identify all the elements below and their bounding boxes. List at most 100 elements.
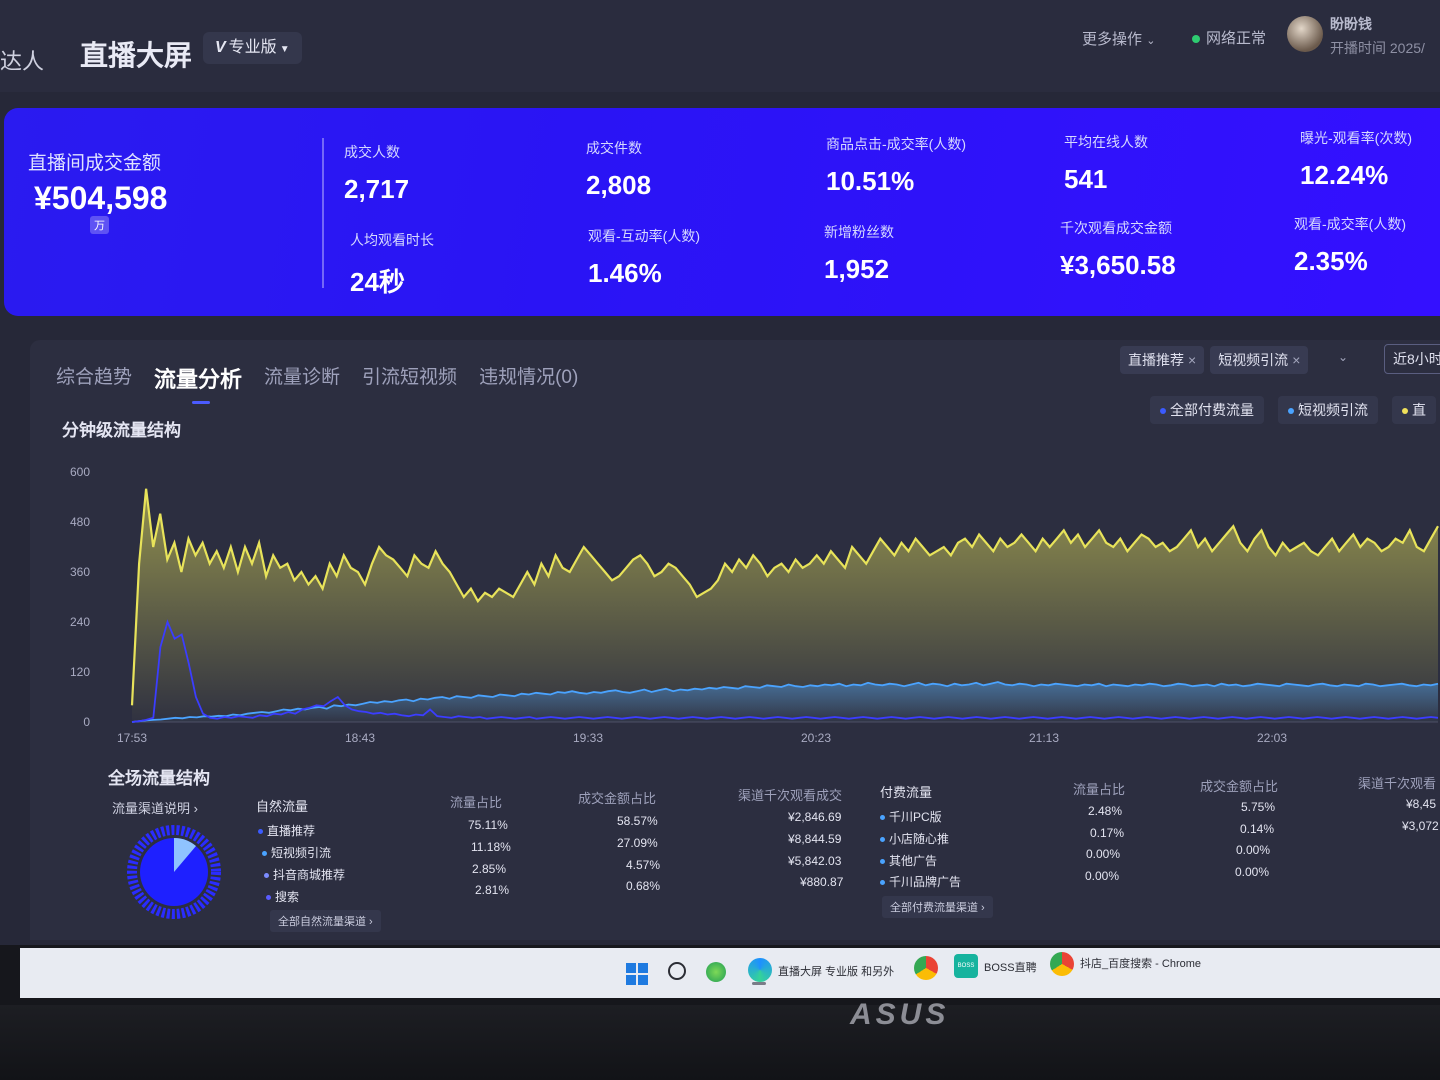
legend-label: 短视频引流 (1298, 402, 1368, 418)
tab-short-video[interactable]: 引流短视频 (362, 362, 457, 394)
bullet-icon (264, 873, 269, 879)
tab-violations[interactable]: 违规情况(0) (479, 362, 578, 394)
windows-taskbar (20, 948, 1440, 998)
y-tick-label: 360 (70, 565, 90, 579)
row-per-k: ¥8,844.59 (788, 832, 842, 846)
paid-header-share: 流量占比 (1073, 782, 1126, 797)
minute-section-title: 分钟级流量结构 (62, 421, 181, 440)
row-label: 千川PC版 (889, 810, 942, 824)
table-row-name[interactable]: 直播推荐 (258, 822, 315, 839)
all-natural-channels-link[interactable]: 全部自然流量渠道 › (270, 910, 381, 932)
table-row-name[interactable]: 抖音商城推荐 (264, 866, 345, 883)
table-row-name[interactable]: 短视频引流 (262, 844, 331, 861)
windows-start-icon[interactable] (626, 963, 648, 985)
taskbar-item-boss[interactable]: BOSS直聘 (984, 959, 1037, 975)
top-header: 达人 直播大屏 V 专业版 ▼ 更多操作 ⌄ 网络正常 盼盼钱 开播时间 2025/ (0, 0, 1440, 92)
edge-browser-icon[interactable] (748, 958, 772, 982)
boss-app-icon[interactable]: BOSS (954, 954, 978, 978)
taskbar-item-baidu[interactable]: 抖店_百度搜索 - Chrome (1080, 955, 1201, 971)
row-gmv-share: 0.14% (1240, 822, 1275, 836)
filter-chip-short-video[interactable]: 短视频引流 × (1210, 346, 1309, 374)
metric-view-conversion[interactable]: 观看-成交率(人数) 2.35% (1294, 214, 1406, 277)
chrome-icon[interactable] (914, 956, 938, 980)
time-range-select[interactable]: 近8小时 (1384, 344, 1440, 374)
legend-item-short-video[interactable]: 短视频引流 (1278, 396, 1378, 424)
metric-avg-online[interactable]: 平均在线人数 541 (1064, 132, 1148, 195)
taskbar-item-live-screen[interactable]: 直播大屏 专业版 和另外 (778, 963, 894, 979)
table-row-name[interactable]: 搜索 (266, 888, 299, 905)
table-row-name[interactable]: 其他广告 (880, 852, 937, 869)
row-label: 直播推荐 (267, 824, 316, 838)
chrome-icon[interactable] (1050, 952, 1074, 976)
metric-label: 新增粉丝数 (824, 224, 894, 240)
monitor-chin (0, 1005, 1440, 1080)
widget-icon[interactable] (706, 962, 726, 982)
legend-dot-icon (1402, 408, 1408, 415)
legend-item-live[interactable]: 直 (1392, 396, 1436, 424)
tab-traffic-analysis[interactable]: 流量分析 (154, 362, 242, 404)
edition-badge[interactable]: V 专业版 ▼ (203, 32, 302, 64)
metric-value: 10.51% (826, 166, 915, 196)
metric-interaction[interactable]: 观看-互动率(人数) 1.46% (588, 226, 700, 289)
close-icon[interactable]: × (1292, 352, 1300, 368)
metric-exposure-view[interactable]: 曝光-观看率(次数) 12.24% (1300, 128, 1412, 191)
legend-item-paid[interactable]: 全部付费流量 (1150, 396, 1264, 424)
row-share: 11.18% (471, 840, 511, 854)
paid-header-perk: 渠道千次观看 (1358, 776, 1437, 791)
metrics-panel: 直播间成交金额 ¥504,598 万 成交人数 2,717 成交件数 2,808 商… (4, 108, 1440, 316)
metric-label: 商品点击-成交率(人数) (826, 136, 966, 152)
channel-desc-label: 流量渠道说明 (112, 801, 191, 816)
metric-value: 2,717 (344, 174, 410, 204)
user-name: 盼盼钱 (1330, 16, 1372, 32)
all-paid-channels-link[interactable]: 全部付费流量渠道 › (882, 896, 993, 918)
bullet-icon (262, 851, 267, 857)
filter-chip-live-recommend[interactable]: 直播推荐 × (1120, 346, 1205, 374)
main-metric-value: ¥504,598 (34, 180, 168, 216)
table-row-name[interactable]: 千川PC版 (880, 808, 942, 825)
metric-gpm[interactable]: 千次观看成交金额 ¥3,650.58 (1060, 218, 1176, 281)
network-status: 网络正常 (1192, 27, 1266, 48)
analysis-tabs: 综合趋势 流量分析 流量诊断 引流短视频 违规情况(0) (56, 362, 578, 404)
row-per-k: ¥2,846.69 (788, 810, 842, 824)
table-row-name[interactable]: 千川品牌广告 (880, 873, 961, 890)
natural-traffic-title: 自然流量 (256, 799, 309, 814)
metric-click-conversion[interactable]: 商品点击-成交率(人数) 10.51% (826, 134, 966, 197)
minute-traffic-chart: 0 120 240 360 480 600 17:53 18:43 19:33 20:23 21:1… (70, 465, 1439, 745)
table-row-name[interactable]: 小店随心推 (880, 830, 949, 847)
y-tick-label: 0 (83, 715, 90, 729)
search-icon[interactable] (668, 962, 686, 980)
natural-header-share: 流量占比 (450, 795, 503, 810)
metric-items[interactable]: 成交件数 2,808 (586, 138, 651, 201)
tab-traffic-diagnosis[interactable]: 流量诊断 (264, 362, 340, 394)
channel-desc-link[interactable]: 流量渠道说明 › (112, 798, 198, 817)
row-share: 75.11% (468, 818, 508, 832)
metric-buyers[interactable]: 成交人数 2,717 (344, 142, 409, 205)
metrics-divider (322, 138, 324, 288)
row-share: 2.81% (475, 883, 510, 897)
paid-traffic-title: 付费流量 (880, 785, 933, 800)
metric-label: 千次观看成交金额 (1060, 220, 1172, 236)
metric-avg-watch[interactable]: 人均观看时长 24秒 (350, 230, 434, 299)
tab-trend[interactable]: 综合趋势 (56, 362, 132, 394)
row-share: 0.17% (1090, 826, 1125, 840)
row-label: 搜索 (275, 890, 300, 904)
row-share: 2.48% (1088, 804, 1123, 818)
main-metric-label: 直播间成交金额 (28, 153, 162, 174)
row-label: 千川品牌广告 (889, 875, 962, 889)
monitor-brand-logo: ASUS (850, 998, 950, 1031)
row-label: 短视频引流 (271, 846, 332, 860)
avatar[interactable] (1287, 16, 1323, 52)
paid-header-gmv: 成交金额占比 (1200, 779, 1279, 794)
chip-label: 短视频引流 (1218, 352, 1289, 368)
close-icon[interactable]: × (1188, 352, 1196, 368)
page-title: 直播大屏 (80, 40, 193, 71)
metric-label: 人均观看时长 (350, 232, 434, 248)
more-actions-menu[interactable]: 更多操作 ⌄ (1082, 28, 1155, 49)
metric-value: 2.35% (1294, 246, 1368, 276)
chevron-down-icon[interactable]: ⌄ (1338, 350, 1348, 364)
x-tick-label: 18:43 (345, 731, 375, 745)
metric-new-fans[interactable]: 新增粉丝数 1,952 (824, 222, 894, 285)
row-per-k: ¥880.87 (800, 875, 844, 889)
metric-label: 观看-互动率(人数) (588, 228, 700, 244)
row-per-k: ¥3,072 (1402, 819, 1439, 833)
